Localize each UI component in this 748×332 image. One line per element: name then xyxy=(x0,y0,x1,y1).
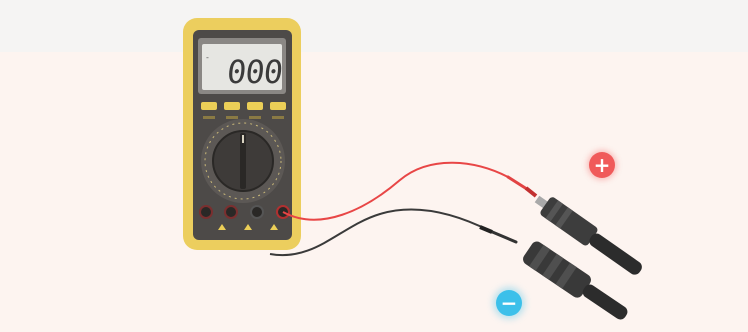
function-button xyxy=(224,102,240,110)
red-probe-body xyxy=(524,186,538,198)
rotary-dial-icon xyxy=(201,119,285,203)
connector-cable xyxy=(582,284,628,320)
button-caption-mark xyxy=(226,116,238,119)
lcd-minus-sign: - xyxy=(206,53,209,62)
illustration-canvas: - xyxy=(183,18,642,320)
connector-housing xyxy=(523,241,591,298)
button-caption-mark xyxy=(203,116,215,119)
button-caption-mark xyxy=(272,116,284,119)
function-button xyxy=(201,102,217,110)
illustration-scene: - 000 + − xyxy=(0,0,748,332)
function-button xyxy=(247,102,263,110)
lcd-reading: 000 xyxy=(225,53,284,91)
connector-cable xyxy=(589,233,642,275)
negative-terminal-badge: − xyxy=(496,290,522,316)
test-probe-icon xyxy=(269,161,538,257)
black-probe-tip xyxy=(488,229,518,244)
input-jack xyxy=(224,205,238,219)
input-jack xyxy=(199,205,213,219)
input-jack xyxy=(250,205,264,219)
black-probe-body xyxy=(479,225,493,234)
black-test-lead xyxy=(269,208,491,257)
positive-terminal-badge: + xyxy=(589,152,615,178)
button-caption-mark xyxy=(249,116,261,119)
function-button xyxy=(270,102,286,110)
